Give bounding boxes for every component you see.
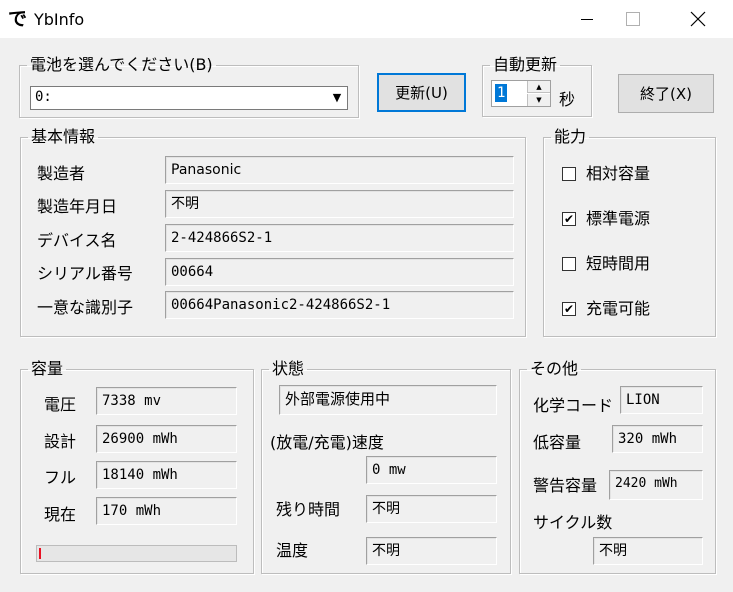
cycle-count-field: 不明 [593,537,703,565]
serial-number-label: シリアル番号 [37,264,133,283]
exit-button[interactable]: 終了(X) [618,74,714,113]
low-capacity-field: 320 mWh [612,425,703,453]
auto-update-input[interactable]: 1 [495,84,508,102]
unique-id-field: 00664Panasonic2-424866S2-1 [165,291,514,319]
capacity-legend: 容量 [31,359,64,378]
full-capacity-label: フル [44,468,77,487]
maximize-button[interactable] [610,0,656,38]
app-icon: で [8,8,28,30]
manufacturer-label: 製造者 [37,164,86,183]
serial-number-field: 00664 [165,258,514,286]
spin-up-icon[interactable]: ▲ [527,81,550,93]
full-capacity-field: 18140 mWh [96,461,237,489]
warning-capacity-field: 2420 mWh [609,470,703,500]
capability-legend: 能力 [554,127,587,146]
chevron-down-icon[interactable]: ▼ [327,87,347,109]
state-legend: 状態 [272,359,305,378]
manufacturer-field: Panasonic [165,156,514,184]
unique-id-label: 一意な識別子 [37,298,134,317]
low-capacity-label: 低容量 [533,433,582,452]
design-capacity-label: 設計 [44,432,77,451]
current-capacity-label: 現在 [44,505,77,524]
remaining-time-field: 不明 [366,495,497,523]
temperature-field: 不明 [366,537,497,565]
window-title: YbInfo [34,10,85,29]
cycle-count-label: サイクル数 [533,513,613,532]
maximize-icon [626,12,640,26]
minimize-icon [581,19,593,20]
close-button[interactable] [675,0,721,38]
manufacture-date-field: 不明 [165,190,514,218]
short-term-checkbox[interactable] [562,257,576,271]
rate-label: (放電/充電)速度 [270,433,384,452]
current-capacity-field: 170 mWh [96,497,237,525]
temperature-label: 温度 [276,541,309,560]
relative-capacity-checkbox[interactable] [562,167,576,181]
battery-combobox[interactable]: 0: ▼ [30,86,348,110]
chargeable-checkbox[interactable]: ✔ [562,302,576,316]
chemistry-field: LION [620,386,703,414]
auto-update-legend: 自動更新 [493,55,558,74]
auto-update-unit: 秒 [559,90,576,109]
system-power-label: 標準電源 [586,209,651,228]
auto-update-spinner[interactable]: 1 ▲ ▼ [491,80,551,107]
basic-info-legend: 基本情報 [31,127,96,146]
battery-combobox-value: 0: [35,89,52,105]
battery-select-legend: 電池を選んでください(B) [30,55,213,74]
device-name-field: 2-424866S2-1 [165,224,514,252]
voltage-field: 7338 mv [96,387,237,415]
other-legend: その他 [530,359,579,378]
device-name-label: デバイス名 [37,231,117,250]
spin-down-icon[interactable]: ▼ [527,94,550,106]
design-capacity-field: 26900 mWh [96,425,237,453]
minimize-button[interactable] [564,0,610,38]
rate-field: 0 mw [366,456,497,484]
relative-capacity-label: 相対容量 [586,164,651,183]
voltage-label: 電圧 [44,395,77,414]
power-status-field: 外部電源使用中 [279,385,497,415]
remaining-time-label: 残り時間 [276,500,341,519]
charge-progress-bar [36,545,237,562]
close-icon [690,11,706,27]
refresh-button[interactable]: 更新(U) [377,73,466,112]
manufacture-date-label: 製造年月日 [37,197,118,216]
chargeable-label: 充電可能 [586,299,651,318]
chemistry-label: 化学コード [533,396,614,415]
short-term-label: 短時間用 [586,254,651,273]
warning-capacity-label: 警告容量 [533,476,598,495]
system-power-checkbox[interactable]: ✔ [562,212,576,226]
charge-progress-fill [39,548,41,559]
